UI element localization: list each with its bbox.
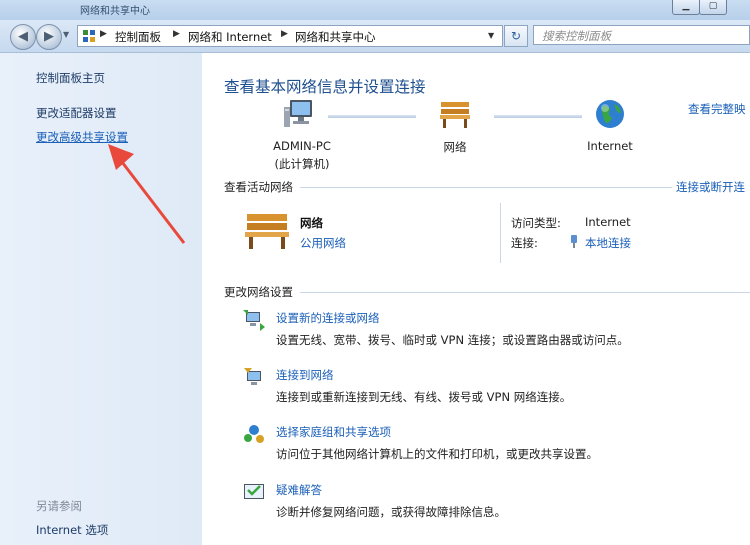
task-troubleshoot-desc: 诊断并修复网络问题，或获得故障排除信息。 — [276, 505, 506, 519]
connection-label: 连接: — [511, 236, 538, 250]
bench-network-icon — [245, 214, 289, 249]
page-title: 查看基本网络信息并设置连接 — [224, 78, 426, 96]
maximize-button[interactable]: ▢ — [699, 0, 727, 15]
task-homegroup-desc: 访问位于其他网络计算机上的文件和打印机，或更改共享设置。 — [276, 447, 598, 461]
task-troubleshoot-link[interactable]: 疑难解答 — [276, 482, 322, 498]
navigation-bar: ◀ ▶ ▼ ▶ 控制面板 ▶ 网络和 Internet ▶ 网络和共享中心 ▼ … — [0, 20, 750, 53]
breadcrumb-separator-icon[interactable]: ▶ — [173, 29, 180, 39]
annotation-arrow-icon — [108, 144, 186, 244]
task-setup-connection-desc: 设置无线、宽带、拨号、临时或 VPN 连接；或设置路由器或访问点。 — [276, 333, 629, 347]
task-homegroup-link[interactable]: 选择家庭组和共享选项 — [276, 424, 391, 440]
see-also-title: 另请参阅 — [36, 499, 82, 513]
address-dropdown-icon[interactable]: ▼ — [488, 31, 494, 40]
section-divider — [300, 187, 672, 188]
sidebar: 控制面板主页 更改适配器设置 更改高级共享设置 另请参阅 Internet 选项 — [0, 53, 202, 545]
map-node-computer[interactable]: ADMIN-PC — [262, 139, 342, 153]
troubleshoot-icon — [244, 484, 264, 499]
breadcrumb-separator-icon[interactable]: ▶ — [100, 29, 107, 39]
active-networks-title: 查看活动网络 — [224, 180, 293, 194]
back-button[interactable]: ◀ — [10, 24, 36, 50]
breadcrumb-network-sharing-center[interactable]: 网络和共享中心 — [295, 29, 376, 45]
map-node-network[interactable]: 网络 — [425, 139, 485, 155]
minimize-button[interactable]: ▁ — [672, 0, 700, 15]
change-settings-title: 更改网络设置 — [224, 285, 293, 299]
breadcrumb-separator-icon[interactable]: ▶ — [281, 29, 288, 39]
address-bar[interactable]: ▶ 控制面板 ▶ 网络和 Internet ▶ 网络和共享中心 ▼ — [77, 25, 503, 47]
sidebar-item-internet-options[interactable]: Internet 选项 — [36, 522, 108, 538]
globe-icon — [596, 100, 624, 128]
map-node-internet[interactable]: Internet — [580, 139, 640, 153]
search-input[interactable]: 搜索控制面板 — [533, 25, 750, 45]
network-name: 网络 — [300, 216, 323, 230]
computer-icon — [284, 100, 312, 127]
map-connector-line — [328, 115, 416, 118]
access-type-label: 访问类型: — [511, 216, 561, 230]
control-panel-icon — [83, 30, 95, 42]
sidebar-item-home[interactable]: 控制面板主页 — [36, 70, 105, 86]
network-setup-icon — [243, 310, 265, 331]
breadcrumb-network-internet[interactable]: 网络和 Internet — [188, 29, 272, 45]
window-title: 网络和共享中心 — [80, 6, 150, 17]
view-full-map-link[interactable]: 查看完整映 — [688, 101, 746, 117]
history-dropdown-icon[interactable]: ▼ — [63, 30, 69, 39]
section-divider — [300, 292, 750, 293]
task-setup-connection-link[interactable]: 设置新的连接或网络 — [276, 310, 380, 326]
task-connect-network-link[interactable]: 连接到网络 — [276, 367, 334, 383]
breadcrumb-control-panel[interactable]: 控制面板 — [115, 29, 161, 45]
ethernet-icon — [571, 235, 577, 248]
map-node-computer-sub: (此计算机) — [274, 157, 330, 171]
connect-disconnect-link[interactable]: 连接或断开连 — [676, 179, 745, 195]
task-connect-network-desc: 连接到或重新连接到无线、有线、拨号或 VPN 网络连接。 — [276, 390, 572, 404]
refresh-button[interactable]: ↻ — [504, 25, 528, 47]
local-connection-link[interactable]: 本地连接 — [585, 235, 631, 251]
homegroup-icon — [244, 425, 264, 443]
main-content: 查看基本网络信息并设置连接 查看完整映 ADMIN-PC (此计算机) 网络 I… — [202, 53, 750, 545]
bench-network-icon — [440, 102, 470, 128]
network-info-divider — [500, 203, 501, 263]
title-bar: 网络和共享中心 ▁ ▢ — [0, 0, 750, 20]
network-type-link[interactable]: 公用网络 — [300, 235, 346, 251]
map-connector-line — [494, 115, 582, 118]
forward-button[interactable]: ▶ — [36, 24, 62, 50]
access-type-value: Internet — [585, 215, 631, 229]
sidebar-item-adapter-settings[interactable]: 更改适配器设置 — [36, 105, 117, 121]
connect-network-icon — [244, 368, 261, 385]
